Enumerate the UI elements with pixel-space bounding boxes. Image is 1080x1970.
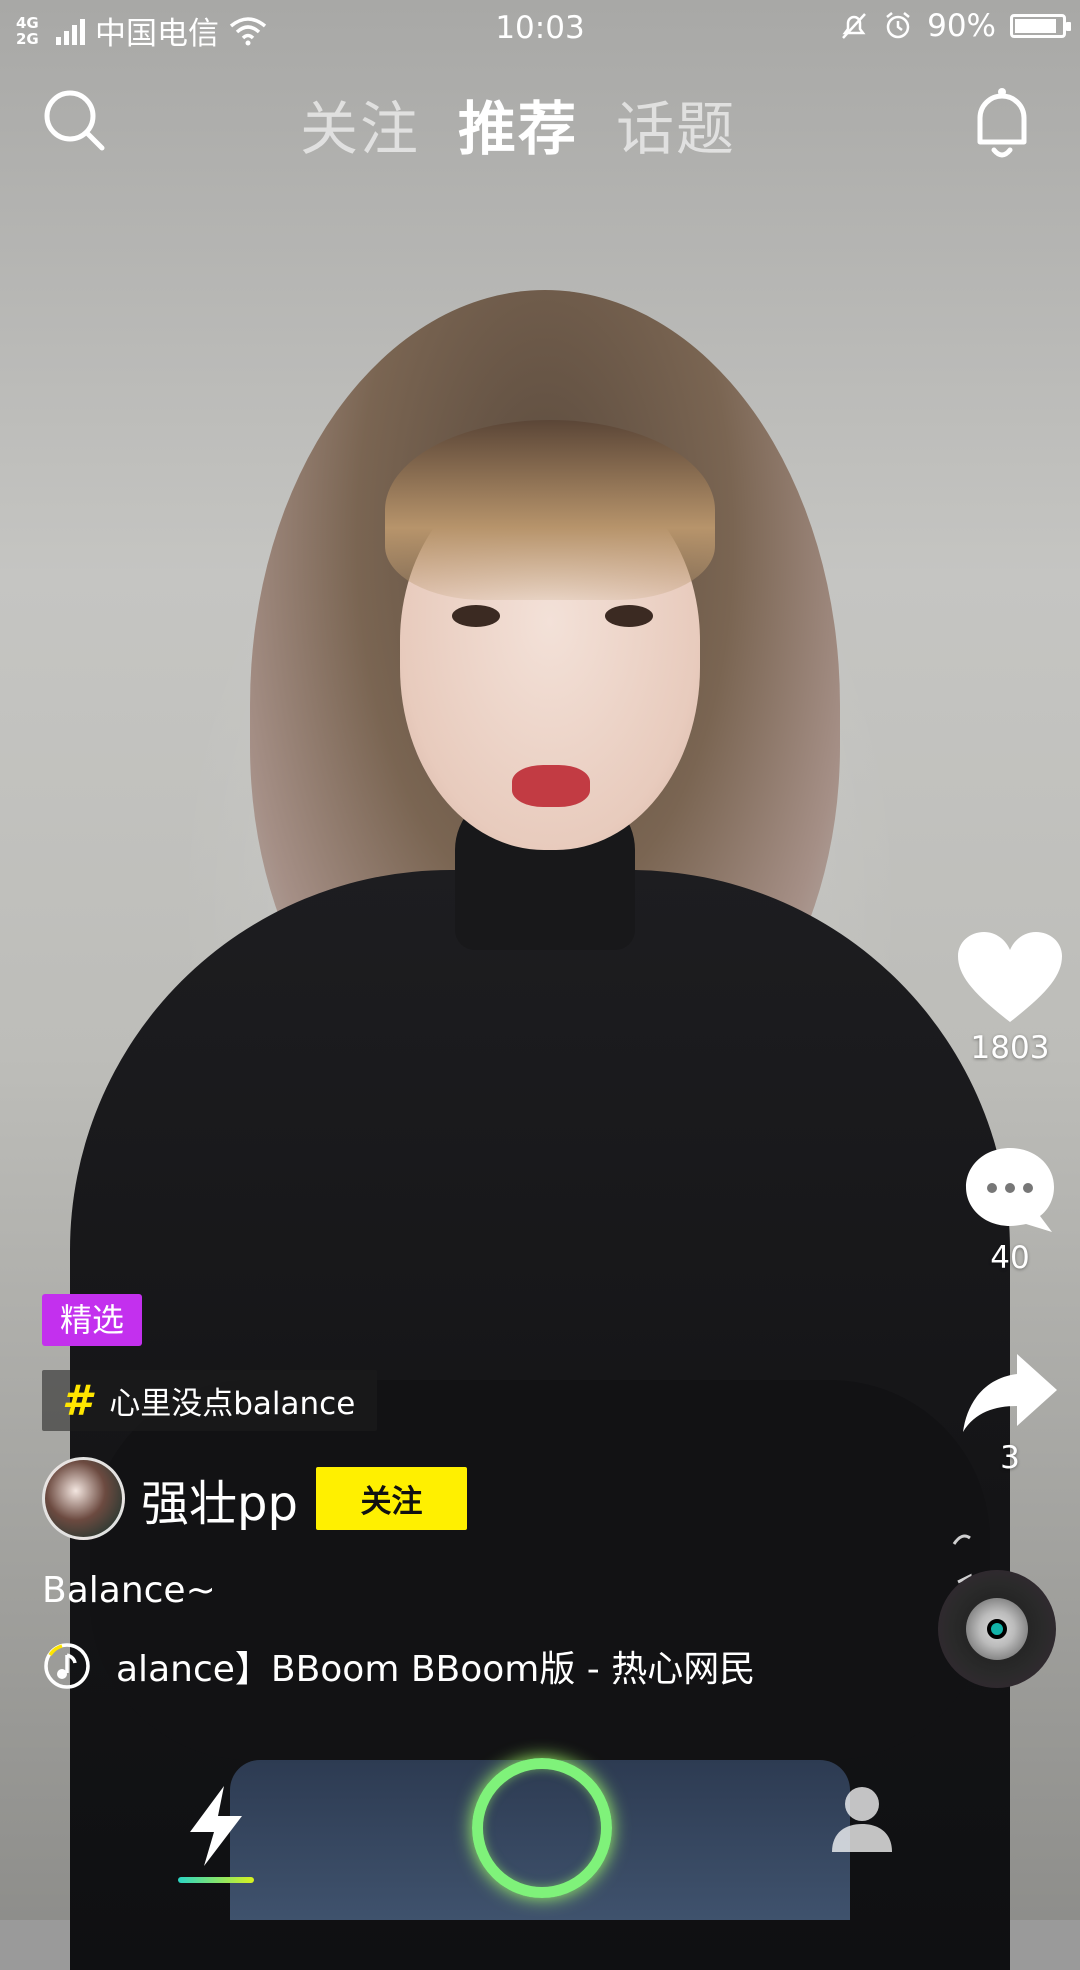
share-count: 3 <box>1000 1440 1020 1476</box>
feed-tabs: 关注 推荐 话题 <box>300 82 736 166</box>
share-icon[interactable] <box>959 1350 1061 1436</box>
alarm-icon <box>886 12 910 39</box>
lightning-icon[interactable] <box>180 1784 252 1868</box>
disc-hub <box>987 1619 1007 1639</box>
topic-tag[interactable]: # 心里没点balance <box>42 1370 378 1431</box>
video-caption: Balance~ <box>42 1570 216 1611</box>
battery-level <box>1015 19 1057 33</box>
battery-percent: 90% <box>927 8 996 44</box>
tab-recommended[interactable]: 推荐 <box>458 82 578 166</box>
bottom-bar <box>0 1740 1080 1920</box>
top-nav: 关注 推荐 话题 <box>0 70 1080 170</box>
like-count: 1803 <box>970 1030 1050 1066</box>
featured-badge: 精选 <box>42 1294 143 1346</box>
status-right: 90% <box>839 8 1071 44</box>
video-subject-eye <box>452 605 500 627</box>
author-name[interactable]: 强壮pp <box>141 1464 298 1534</box>
music-title: alance】BBoom BBoom版 - 热心网民 <box>116 1649 756 1690</box>
video-subject-mouth <box>512 765 590 807</box>
topic-label: 心里没点balance <box>109 1386 356 1422</box>
video-background[interactable] <box>0 0 1080 1970</box>
music-disc[interactable] <box>938 1570 1056 1688</box>
tab-topics[interactable]: 话题 <box>616 82 736 166</box>
profile-icon[interactable] <box>830 1784 894 1854</box>
bell-icon[interactable] <box>966 84 1038 166</box>
active-tab-indicator <box>178 1877 254 1883</box>
music-icon <box>44 1643 90 1689</box>
comment-icon[interactable] <box>962 1144 1058 1236</box>
status-bar: 4G 2G 中国电信 10:03 90% <box>0 0 1080 58</box>
share-action[interactable]: 3 <box>940 1350 1080 1476</box>
search-icon[interactable] <box>38 84 110 156</box>
comment-action[interactable]: 40 <box>940 1144 1080 1276</box>
follow-button[interactable]: 关注 <box>315 1467 467 1530</box>
heart-icon[interactable] <box>956 930 1064 1026</box>
hashtag-icon: # <box>62 1376 92 1425</box>
video-subject-bangs <box>385 420 715 600</box>
avatar[interactable] <box>42 1457 125 1540</box>
comment-count: 40 <box>990 1240 1030 1276</box>
battery-icon <box>1010 14 1071 38</box>
music-row[interactable]: alance】BBoom BBoom版 - 热心网民 <box>42 1640 802 1692</box>
mute-icon <box>842 13 867 39</box>
like-action[interactable]: 1803 <box>940 930 1080 1066</box>
tab-following[interactable]: 关注 <box>300 82 420 166</box>
video-subject-eye <box>605 605 653 627</box>
video-subject-arms <box>90 1380 990 1760</box>
author-row: 强壮pp 关注 <box>42 1457 467 1540</box>
record-button[interactable] <box>472 1758 612 1898</box>
